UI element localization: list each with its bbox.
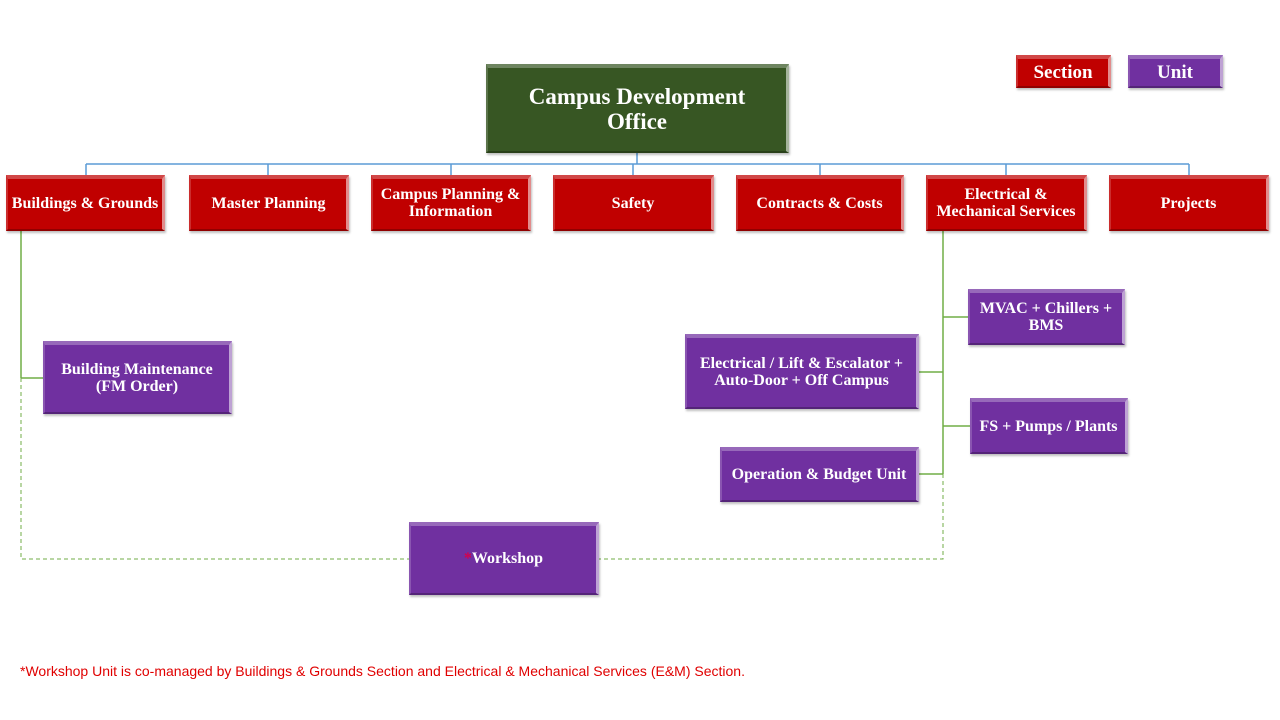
section-label: Campus Planning & Information xyxy=(380,186,521,220)
section-label: Projects xyxy=(1160,194,1217,212)
section-label: Buildings & Grounds xyxy=(11,194,159,212)
unit-label: Operation & Budget Unit xyxy=(731,466,907,484)
root-title: Campus Development Office xyxy=(528,84,746,134)
section-label: Contracts & Costs xyxy=(756,194,883,212)
legend-unit-label: Unit xyxy=(1157,61,1193,83)
unit-fs-pumps-plants: FS + Pumps / Plants xyxy=(970,398,1128,454)
section-label: Electrical & Mechanical Services xyxy=(936,186,1076,220)
legend-unit: Unit xyxy=(1128,55,1223,88)
workshop-asterisk: * xyxy=(463,550,472,568)
unit-electrical-lift-escalator: Electrical / Lift & Escalator + Auto-Doo… xyxy=(685,334,919,409)
section-projects: Projects xyxy=(1109,175,1269,231)
section-buildings-grounds: Buildings & Grounds xyxy=(6,175,165,231)
section-label: Master Planning xyxy=(211,194,326,212)
unit-mvac-chillers-bms: MVAC + Chillers + BMS xyxy=(968,289,1125,345)
unit-label: Electrical / Lift & Escalator + Auto-Doo… xyxy=(700,354,903,389)
unit-workshop: * Workshop xyxy=(409,522,599,595)
legend-section: Section xyxy=(1016,55,1111,88)
unit-label: MVAC + Chillers + BMS xyxy=(979,300,1113,334)
unit-label: Building Maintenance (FM Order) xyxy=(61,360,213,395)
section-safety: Safety xyxy=(553,175,714,231)
legend-section-label: Section xyxy=(1033,61,1093,83)
unit-building-maintenance: Building Maintenance (FM Order) xyxy=(43,341,232,414)
unit-label: FS + Pumps / Plants xyxy=(979,417,1118,435)
section-electrical-mechanical-services: Electrical & Mechanical Services xyxy=(926,175,1087,231)
unit-operation-budget: Operation & Budget Unit xyxy=(720,447,919,502)
footnote: *Workshop Unit is co-managed by Building… xyxy=(20,663,745,679)
section-contracts-costs: Contracts & Costs xyxy=(736,175,904,231)
unit-label: Workshop xyxy=(471,550,544,568)
section-campus-planning-information: Campus Planning & Information xyxy=(371,175,531,231)
section-master-planning: Master Planning xyxy=(189,175,349,231)
section-label: Safety xyxy=(611,194,655,212)
root-campus-development-office: Campus Development Office xyxy=(486,64,789,153)
